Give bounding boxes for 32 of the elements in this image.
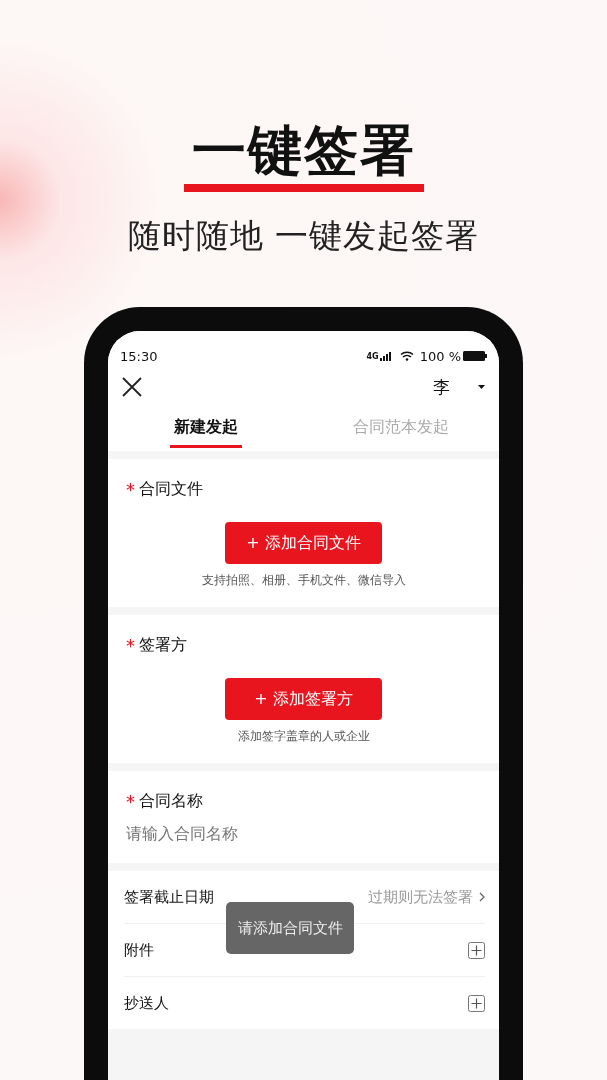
row-value[interactable]: 过期则无法签署	[368, 887, 473, 907]
hero-title: 一键签署	[183, 118, 424, 192]
required-mark: *	[126, 791, 135, 812]
tab[interactable]: 合同范本发起	[303, 407, 499, 451]
wifi-icon	[399, 351, 414, 361]
row-label: 签署截止日期	[124, 887, 215, 907]
chevron-icon[interactable]	[479, 892, 485, 902]
hint-text: 支持拍照、相册、手机文件、微信导入	[201, 572, 406, 589]
close-icon[interactable]	[122, 377, 142, 397]
field-label: 合同名称	[139, 791, 203, 812]
hero-subtitle: 随时随地 一键发起签署	[127, 215, 480, 257]
row-label: 抄送人	[124, 993, 170, 1013]
add-button[interactable]: + 添加合同文件	[225, 522, 382, 564]
section-label: 签署方	[139, 635, 187, 656]
hint-text: 添加签字盖章的人或企业	[237, 728, 370, 745]
section-label: 合同文件	[139, 479, 203, 500]
caret-icon[interactable]	[478, 385, 485, 389]
status-time: 15:30	[120, 348, 158, 364]
toast-message: 请添加合同文件	[226, 902, 354, 954]
required-mark: *	[126, 635, 135, 656]
add-icon[interactable]	[468, 994, 485, 1012]
network-label: 4G	[366, 351, 379, 361]
contract-name-field[interactable]: 请输入合同名称	[126, 824, 481, 843]
battery-label: 100 %	[419, 348, 461, 364]
battery-icon	[463, 351, 487, 361]
required-mark: *	[126, 479, 135, 500]
row-label: 附件	[124, 940, 155, 960]
add-button[interactable]: + 添加签署方	[225, 678, 382, 720]
signal-icon	[379, 351, 392, 361]
user-name[interactable]: 李	[433, 375, 450, 399]
tab[interactable]: 新建发起	[108, 407, 304, 451]
add-icon[interactable]	[468, 941, 485, 959]
